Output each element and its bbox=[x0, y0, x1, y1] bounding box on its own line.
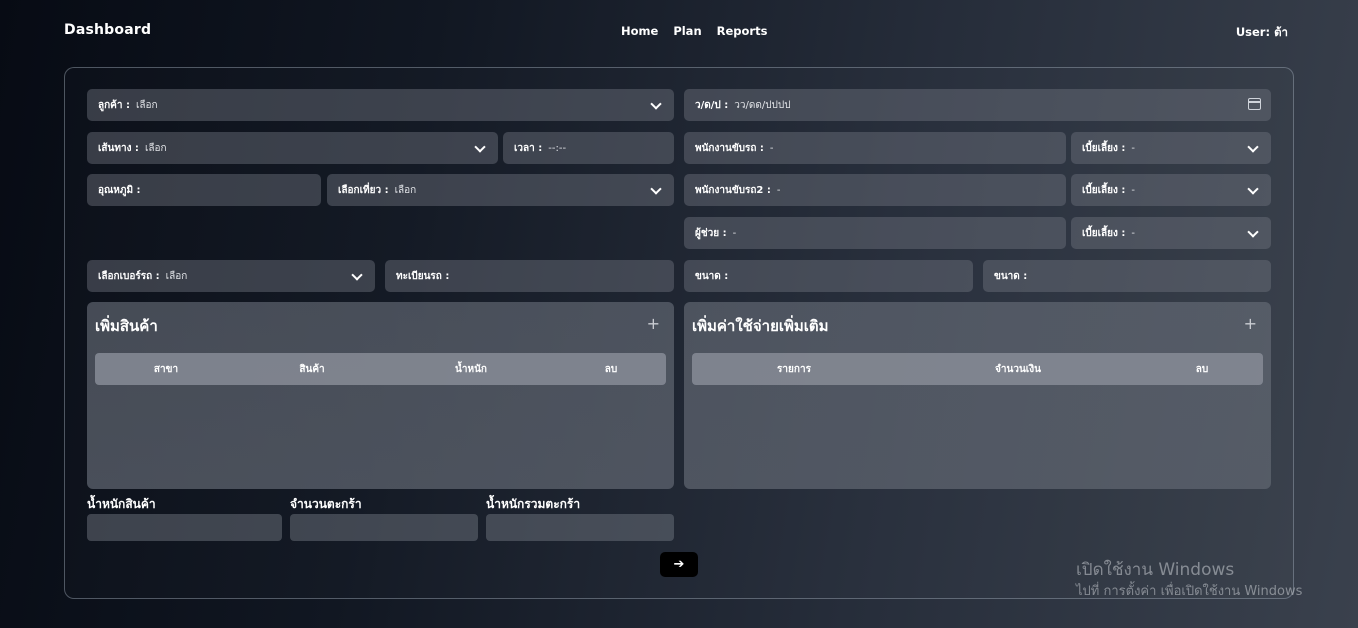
calendar-icon[interactable] bbox=[1248, 98, 1261, 110]
brand-logo[interactable]: Dashboard bbox=[64, 22, 151, 38]
trip-select[interactable]: เลือกเที่ยว : เลือก bbox=[327, 174, 674, 206]
vehicle-number-select[interactable]: เลือกเบอร์รถ : เลือก bbox=[87, 260, 375, 292]
column-header-product: สินค้า bbox=[299, 363, 325, 375]
product-weight-field[interactable] bbox=[87, 514, 282, 541]
trip-label: เลือกเที่ยว : bbox=[338, 184, 389, 196]
column-header-delete: ลบ bbox=[604, 363, 618, 375]
vehicle-number-label: เลือกเบอร์รถ : bbox=[98, 270, 160, 282]
chevron-down-icon bbox=[474, 141, 486, 153]
products-card-title: เพิ่มสินค้า bbox=[95, 317, 158, 335]
driver1-label: พนักงานขับรถ : bbox=[695, 142, 764, 154]
date-input[interactable]: ว/ด/ป : วว/ดด/ปปปป bbox=[684, 89, 1271, 121]
basket-weight-label: น้ำหนักรวมตะกร้า bbox=[486, 497, 581, 511]
add-expense-icon[interactable]: + bbox=[1244, 314, 1257, 333]
driver2-value: - bbox=[776, 184, 781, 196]
allowance3-label: เบี้ยเลี้ยง : bbox=[1082, 227, 1126, 239]
add-product-icon[interactable]: + bbox=[647, 314, 660, 333]
size2-input[interactable]: ขนาด : bbox=[983, 260, 1271, 292]
allowance1-select[interactable]: เบี้ยเลี้ยง : - bbox=[1071, 132, 1271, 164]
nav-link-plan[interactable]: Plan bbox=[673, 24, 701, 38]
vehicle-number-value: เลือก bbox=[165, 270, 188, 282]
time-input[interactable]: เวลา : --:-- bbox=[503, 132, 674, 164]
driver1-value: - bbox=[769, 142, 774, 154]
size1-label: ขนาด : bbox=[695, 270, 729, 282]
driver2-input[interactable]: พนักงานขับรถ2 : - bbox=[684, 174, 1066, 206]
plate-label: ทะเบียนรถ : bbox=[396, 270, 450, 282]
basket-count-label: จำนวนตะกร้า bbox=[290, 497, 362, 511]
column-header-weight: น้ำหนัก bbox=[455, 363, 487, 375]
time-value: --:-- bbox=[548, 142, 567, 154]
chevron-down-icon bbox=[1247, 183, 1259, 195]
temperature-input[interactable]: อุณหภูมิ : bbox=[87, 174, 321, 206]
column-header-item: รายการ bbox=[777, 363, 811, 375]
windows-activation-title: เปิดใช้งาน Windows bbox=[1076, 560, 1235, 580]
column-header-amount: จำนวนเงิน bbox=[995, 363, 1041, 375]
allowance1-label: เบี้ยเลี้ยง : bbox=[1082, 142, 1126, 154]
allowance3-value: - bbox=[1131, 227, 1136, 239]
products-table-header: สาขา สินค้า น้ำหนัก ลบ bbox=[95, 353, 666, 385]
trip-value: เลือก bbox=[394, 184, 417, 196]
chevron-down-icon bbox=[1247, 226, 1259, 238]
column-header-delete: ลบ bbox=[1195, 363, 1209, 375]
chevron-down-icon bbox=[1247, 141, 1259, 153]
user-label: User: ต้า bbox=[1235, 25, 1288, 39]
time-label: เวลา : bbox=[514, 142, 543, 154]
allowance3-select[interactable]: เบี้ยเลี้ยง : - bbox=[1071, 217, 1271, 249]
column-header-branch: สาขา bbox=[153, 363, 179, 375]
driver2-label: พนักงานขับรถ2 : bbox=[695, 184, 771, 196]
size2-label: ขนาด : bbox=[994, 270, 1028, 282]
customer-select[interactable]: ลูกค้า : เลือก bbox=[87, 89, 674, 121]
date-label: ว/ด/ป : bbox=[695, 99, 729, 111]
chevron-down-icon bbox=[650, 98, 662, 110]
allowance1-value: - bbox=[1131, 142, 1136, 154]
allowance2-value: - bbox=[1131, 184, 1136, 196]
top-navbar: Dashboard Home Plan Reports User: ต้า bbox=[0, 0, 1358, 62]
route-value: เลือก bbox=[144, 142, 167, 154]
chevron-down-icon bbox=[351, 269, 363, 281]
nav-link-home[interactable]: Home bbox=[621, 24, 658, 38]
route-select[interactable]: เส้นทาง : เลือก bbox=[87, 132, 498, 164]
nav-link-reports[interactable]: Reports bbox=[717, 24, 768, 38]
expenses-card-title: เพิ่มค่าใช้จ่ายเพิ่มเติม bbox=[692, 317, 829, 335]
next-button[interactable]: ➔ bbox=[660, 552, 698, 577]
products-card: เพิ่มสินค้า + สาขา สินค้า น้ำหนัก ลบ bbox=[87, 302, 674, 489]
allowance2-label: เบี้ยเลี้ยง : bbox=[1082, 184, 1126, 196]
route-label: เส้นทาง : bbox=[98, 142, 139, 154]
assistant-value: - bbox=[732, 227, 737, 239]
size1-input[interactable]: ขนาด : bbox=[684, 260, 973, 292]
plate-input[interactable]: ทะเบียนรถ : bbox=[385, 260, 674, 292]
expenses-table-header: รายการ จำนวนเงิน ลบ bbox=[692, 353, 1263, 385]
driver1-input[interactable]: พนักงานขับรถ : - bbox=[684, 132, 1066, 164]
temperature-label: อุณหภูมิ : bbox=[98, 184, 141, 196]
windows-activation-hint: ไปที่ การตั้งค่า เพื่อเปิดใช้งาน Windows bbox=[1076, 584, 1303, 599]
chevron-down-icon bbox=[650, 183, 662, 195]
expenses-card: เพิ่มค่าใช้จ่ายเพิ่มเติม + รายการ จำนวนเ… bbox=[684, 302, 1271, 489]
customer-value: เลือก bbox=[135, 99, 158, 111]
customer-label: ลูกค้า : bbox=[98, 99, 130, 111]
assistant-label: ผู้ช่วย : bbox=[695, 227, 727, 239]
product-weight-label: น้ำหนักสินค้า bbox=[87, 497, 156, 511]
basket-count-field[interactable] bbox=[290, 514, 478, 541]
allowance2-select[interactable]: เบี้ยเลี้ยง : - bbox=[1071, 174, 1271, 206]
nav-links: Home Plan Reports bbox=[621, 24, 767, 38]
date-value: วว/ดด/ปปปป bbox=[734, 99, 791, 111]
basket-weight-field[interactable] bbox=[486, 514, 674, 541]
assistant-input[interactable]: ผู้ช่วย : - bbox=[684, 217, 1066, 249]
